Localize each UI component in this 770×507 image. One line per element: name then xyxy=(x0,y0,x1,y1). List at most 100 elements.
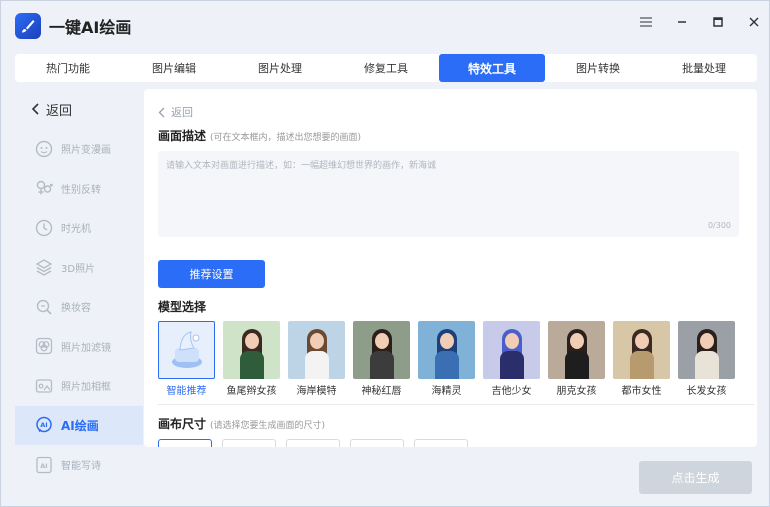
character-counter: 0/300 xyxy=(707,221,731,230)
main-panel: 返回 画面描述(可在文本框内，描述出您想要的画面) 0/300 推荐设置 模型选… xyxy=(144,89,757,447)
description-section-title: 画面描述 (可在文本框内，描述出您想要的画面) xyxy=(158,127,361,144)
sidebar-item-ai-painting[interactable]: AI AI绘画 xyxy=(15,405,143,445)
svg-text:AI: AI xyxy=(40,421,47,429)
canvas-section-title: 画布尺寸 (请选择您要生成画面的尺寸) xyxy=(158,415,325,432)
model-card-long-hair-girl[interactable]: 长发女孩 xyxy=(678,321,735,399)
canvas-size-option[interactable] xyxy=(158,439,212,447)
model-thumbnail xyxy=(353,321,410,379)
model-section-title: 模型选择 xyxy=(158,300,207,314)
canvas-size-option[interactable] xyxy=(414,439,468,447)
section-divider xyxy=(158,404,754,405)
clock-icon xyxy=(35,219,53,237)
sidebar-item-3d-photo[interactable]: 3D照片 xyxy=(15,248,143,288)
minimize-icon[interactable] xyxy=(675,15,689,29)
makeup-icon xyxy=(35,298,53,316)
canvas-size-option[interactable] xyxy=(286,439,340,447)
model-list: 智能推荐 鱼尾辫女孩 海岸模特 神秘红唇 海精灵 吉他少女 朋克女孩 都市女性 … xyxy=(158,321,748,401)
model-card-coast-model[interactable]: 海岸模特 xyxy=(288,321,345,399)
sidebar-item-photo-to-comic[interactable]: 照片变漫画 xyxy=(15,129,143,169)
chevron-left-icon xyxy=(158,107,165,117)
description-box: 0/300 xyxy=(158,151,739,237)
canvas-hint: (请选择您要生成画面的尺寸) xyxy=(210,421,326,431)
maximize-icon[interactable] xyxy=(711,15,725,29)
frame-icon xyxy=(35,377,53,395)
tab-image-edit[interactable]: 图片编辑 xyxy=(121,54,227,82)
smart-recommend-icon xyxy=(158,321,215,379)
tab-hot[interactable]: 热门功能 xyxy=(15,54,121,82)
close-icon[interactable] xyxy=(747,15,761,29)
model-label: 都市女性 xyxy=(621,386,662,397)
generate-button[interactable]: 点击生成 xyxy=(639,461,752,494)
model-thumbnail xyxy=(418,321,475,379)
sidebar-item-makeup[interactable]: 换妆容 xyxy=(15,287,143,327)
model-card-smart-recommend[interactable]: 智能推荐 xyxy=(158,321,215,399)
sidebar-item-label: 3D照片 xyxy=(61,263,96,275)
canvas-size-options xyxy=(158,439,468,447)
ai-icon: AI xyxy=(35,416,53,434)
gender-icon xyxy=(35,179,53,197)
sidebar-item-label: 智能写诗 xyxy=(61,461,101,473)
sidebar-back-button[interactable]: 返回 xyxy=(15,89,143,129)
model-card-urban-woman[interactable]: 都市女性 xyxy=(613,321,670,399)
tab-image-convert[interactable]: 图片转换 xyxy=(545,54,651,82)
menu-icon[interactable] xyxy=(639,15,653,29)
canvas-title: 画布尺寸 xyxy=(158,417,207,431)
sidebar-item-time-machine[interactable]: 时光机 xyxy=(15,208,143,248)
model-card-sea-elf[interactable]: 海精灵 xyxy=(418,321,475,399)
sidebar-item-label: 性别反转 xyxy=(61,184,101,196)
app-title: 一键AI绘画 xyxy=(49,18,132,37)
filter-icon xyxy=(35,337,53,355)
tab-repair-tools[interactable]: 修复工具 xyxy=(333,54,439,82)
model-thumbnail xyxy=(223,321,280,379)
main-back-button[interactable]: 返回 xyxy=(158,104,193,120)
model-card-punk-girl[interactable]: 朋克女孩 xyxy=(548,321,605,399)
model-card-guitar-girl[interactable]: 吉他少女 xyxy=(483,321,540,399)
canvas-size-option[interactable] xyxy=(350,439,404,447)
face-icon xyxy=(35,140,53,158)
tab-image-process[interactable]: 图片处理 xyxy=(227,54,333,82)
main-back-label: 返回 xyxy=(171,106,193,119)
brush-logo-icon xyxy=(15,13,41,39)
layers-icon xyxy=(35,258,53,276)
sidebar-item-label: 时光机 xyxy=(61,224,91,236)
model-label: 智能推荐 xyxy=(166,386,207,397)
model-thumbnail xyxy=(678,321,735,379)
sidebar-item-label: 照片变漫画 xyxy=(61,145,111,157)
tab-batch-process[interactable]: 批量处理 xyxy=(651,54,757,82)
sidebar-item-label: AI绘画 xyxy=(61,418,99,433)
sidebar: 返回 照片变漫画 性别反转 时光机 3D照片 换妆容 照片加滤镜 照片加相框 A… xyxy=(15,89,143,507)
model-card-mystery-red-lips[interactable]: 神秘红唇 xyxy=(353,321,410,399)
model-label: 长发女孩 xyxy=(686,386,727,397)
model-card-braid-girl[interactable]: 鱼尾辫女孩 xyxy=(223,321,280,399)
sidebar-item-gender-swap[interactable]: 性别反转 xyxy=(15,169,143,209)
model-label: 吉他少女 xyxy=(491,386,532,397)
model-label: 海岸模特 xyxy=(296,386,337,397)
model-label: 朋克女孩 xyxy=(556,386,597,397)
sidebar-item-label: 照片加相框 xyxy=(61,382,111,394)
chevron-left-icon xyxy=(31,103,39,115)
sidebar-item-label: 照片加滤镜 xyxy=(61,342,111,354)
description-input[interactable] xyxy=(158,151,739,237)
model-thumbnail xyxy=(613,321,670,379)
svg-text:AI: AI xyxy=(40,462,47,470)
feature-tab-bar: 热门功能 图片编辑 图片处理 修复工具 特效工具 图片转换 批量处理 xyxy=(15,54,757,82)
model-label: 神秘红唇 xyxy=(361,386,402,397)
sidebar-item-photo-filter[interactable]: 照片加滤镜 xyxy=(15,327,143,367)
title-bar: 一键AI绘画 xyxy=(1,1,769,51)
model-thumbnail xyxy=(548,321,605,379)
sidebar-item-photo-frame[interactable]: 照片加相框 xyxy=(15,366,143,406)
tab-effects-tools[interactable]: 特效工具 xyxy=(439,54,545,82)
model-thumbnail xyxy=(288,321,345,379)
ai-poem-icon: AI xyxy=(35,456,53,474)
model-thumbnail xyxy=(483,321,540,379)
recommend-settings-button[interactable]: 推荐设置 xyxy=(158,260,265,288)
app-window: 一键AI绘画 热门功能 图片编辑 图片处理 修复工具 特效工具 图片转换 批量处… xyxy=(0,0,770,507)
canvas-size-option[interactable] xyxy=(222,439,276,447)
description-title: 画面描述 xyxy=(158,129,207,143)
model-label: 海精灵 xyxy=(431,386,462,397)
sidebar-item-label: 换妆容 xyxy=(61,303,91,315)
model-label: 鱼尾辫女孩 xyxy=(226,386,277,397)
sidebar-back-label: 返回 xyxy=(46,103,73,119)
sidebar-item-smart-poem[interactable]: AI 智能写诗 xyxy=(15,445,143,485)
description-hint: (可在文本框内，描述出您想要的画面) xyxy=(210,133,362,143)
